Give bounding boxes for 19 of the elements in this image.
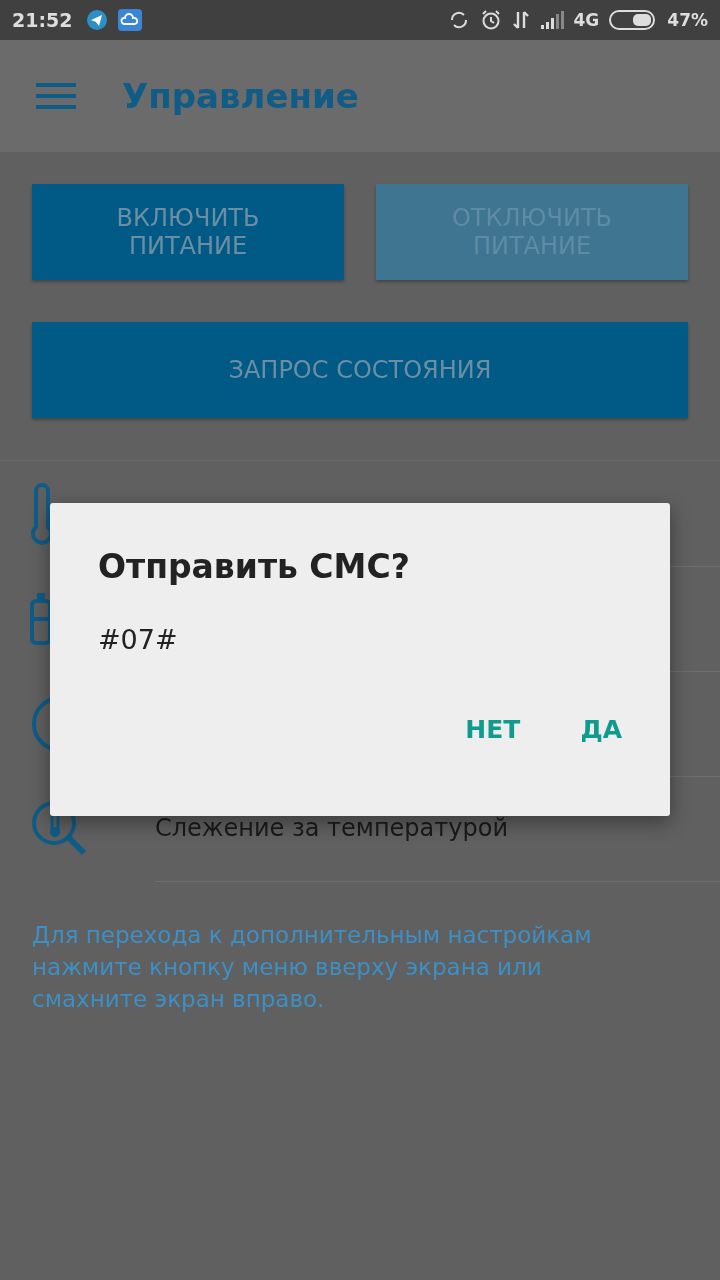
battery-icon bbox=[609, 10, 658, 30]
clock-time: 21:52 bbox=[12, 9, 73, 31]
dialog-message: #07# bbox=[98, 624, 179, 655]
status-request-button[interactable]: ЗАПРОС СОСТОЯНИЯ bbox=[32, 322, 688, 418]
hint-text: Для перехода к дополнительным настройкам нажмите кнопку меню вверху экрана или смахните экран вправо. bbox=[32, 921, 593, 1014]
screen-title: Управление bbox=[122, 76, 359, 116]
battery-icon bbox=[30, 592, 52, 645]
cloud-icon bbox=[118, 9, 143, 31]
battery-percent: 47% bbox=[667, 10, 708, 30]
dialog-title: Отправить СМС? bbox=[98, 547, 411, 586]
dialog-action-button[interactable]: ДА bbox=[570, 709, 632, 750]
power-button[interactable]: ВКЛЮЧИТЬ ПИТАНИЕ bbox=[32, 184, 344, 280]
data-arrows-icon bbox=[511, 9, 530, 31]
signal-icon bbox=[539, 10, 564, 30]
list-item-label[interactable]: Слежение за температурой bbox=[155, 814, 508, 842]
menu-icon[interactable] bbox=[36, 83, 76, 109]
paper-plane-icon bbox=[86, 9, 109, 31]
network-type: 4G bbox=[573, 10, 600, 30]
dialog-action-button[interactable]: НЕТ bbox=[455, 709, 531, 750]
